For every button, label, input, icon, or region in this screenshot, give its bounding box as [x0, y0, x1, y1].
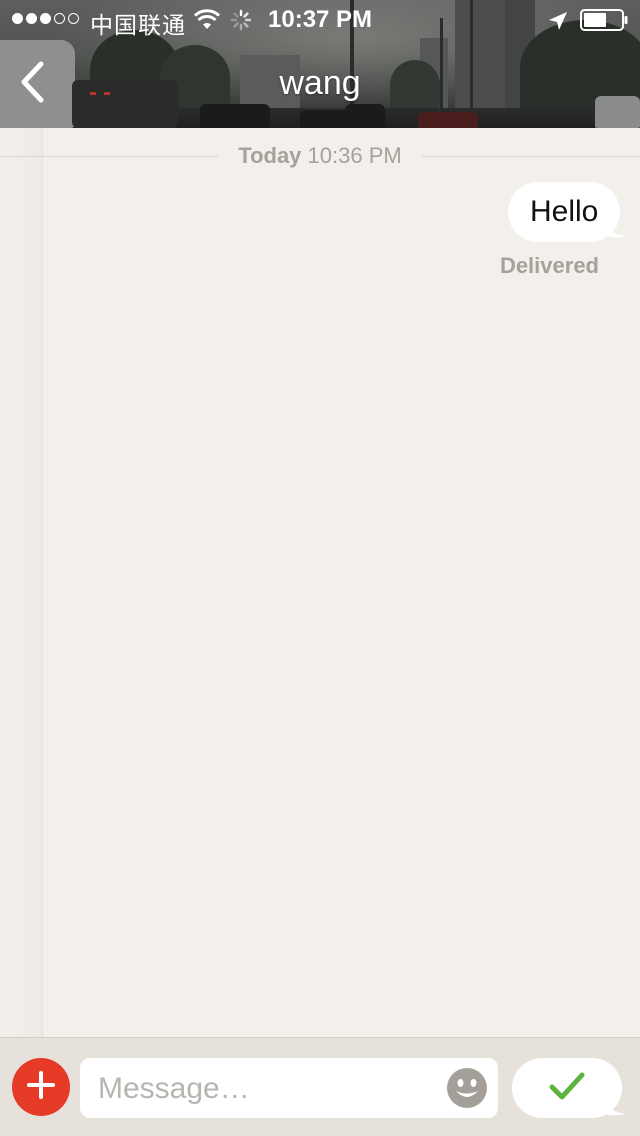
- status-time: 10:37 PM: [268, 6, 373, 33]
- date-label: Today 10:36 PM: [0, 143, 640, 169]
- message-input-container: [80, 1058, 498, 1118]
- activity-icon: [230, 9, 252, 38]
- date-day: Today: [238, 143, 302, 168]
- message-text: Hello: [530, 195, 599, 228]
- header: 中国联通 10:37 PM wang: [0, 0, 640, 128]
- left-gutter: [0, 128, 45, 1037]
- signal-strength-icon: [12, 13, 79, 24]
- date-divider: Today 10:36 PM: [0, 136, 640, 169]
- bubble-tail: [604, 222, 628, 245]
- checkmark-icon: [549, 1071, 585, 1106]
- carrier-name: 中国联通: [90, 12, 186, 38]
- status-bar: 中国联通 10:37 PM: [0, 0, 640, 40]
- battery-icon: [580, 9, 628, 38]
- input-bar: [0, 1037, 640, 1136]
- message-input[interactable]: [96, 1068, 440, 1110]
- conversation-area[interactable]: Today 10:36 PM Hello Delivered: [0, 128, 640, 1037]
- page-title: wang: [279, 64, 361, 102]
- send-bubble-tail: [602, 1100, 628, 1123]
- smiley-icon: [446, 1068, 488, 1113]
- date-time: 10:36 PM: [307, 143, 402, 168]
- emoji-button[interactable]: [446, 1067, 488, 1109]
- message-status: Delivered: [499, 253, 599, 278]
- location-arrow-icon: [548, 10, 568, 38]
- plus-icon: [26, 1070, 56, 1105]
- wifi-icon: [193, 9, 221, 38]
- add-attachment-button[interactable]: [12, 1058, 70, 1116]
